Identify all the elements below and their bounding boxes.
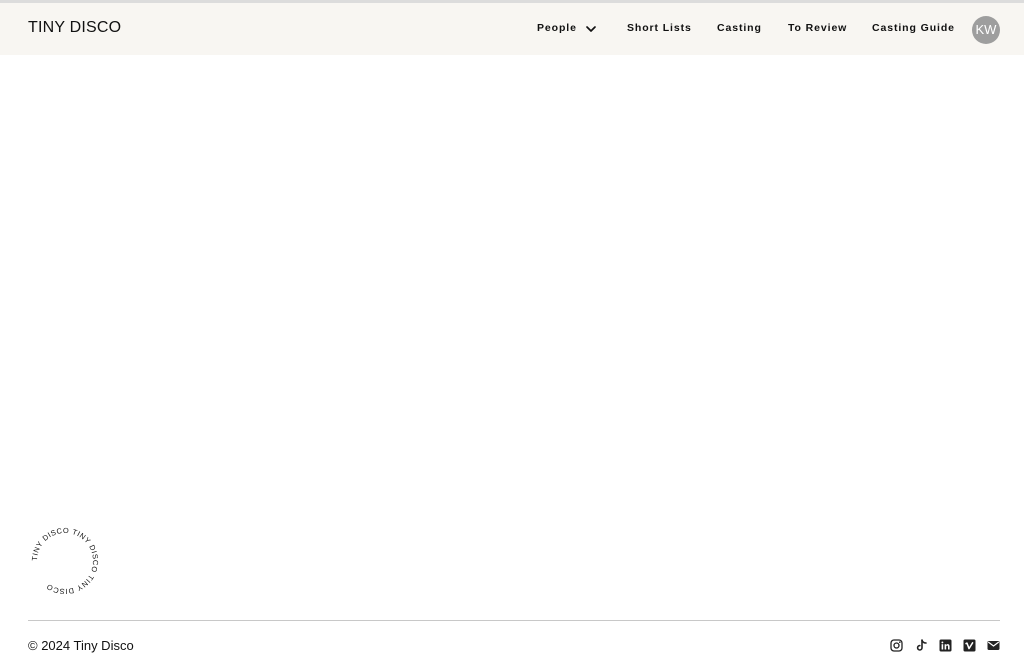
site-logo[interactable]: TINY DISCO [28,19,121,37]
instagram-icon[interactable] [890,639,903,652]
email-icon[interactable] [987,639,1000,652]
user-avatar[interactable]: KW [972,16,1000,44]
footer-copyright: © 2024 Tiny Disco [28,638,134,653]
linkedin-icon[interactable] [939,639,952,652]
nav-casting[interactable]: Casting [717,22,762,34]
tiktok-icon[interactable] [915,639,928,652]
nav-short-lists[interactable]: Short Lists [627,22,692,34]
tiny-disco-circle-badge: TINY DISCO TINY DISCO TINY DISCO [30,526,100,596]
nav-people[interactable]: People [537,22,577,34]
nav-casting-guide[interactable]: Casting Guide [872,22,955,34]
site-header: TINY DISCO People Short Lists Casting To… [0,3,1024,55]
nav-to-review[interactable]: To Review [788,22,847,34]
badge-ring-text: TINY DISCO TINY DISCO TINY DISCO [30,526,100,596]
footer-divider [28,620,1000,621]
vimeo-icon[interactable] [963,639,976,652]
svg-text:TINY DISCO TINY DISCO TINY DIS: TINY DISCO TINY DISCO TINY DISCO [30,526,100,596]
chevron-down-icon[interactable] [584,22,598,36]
